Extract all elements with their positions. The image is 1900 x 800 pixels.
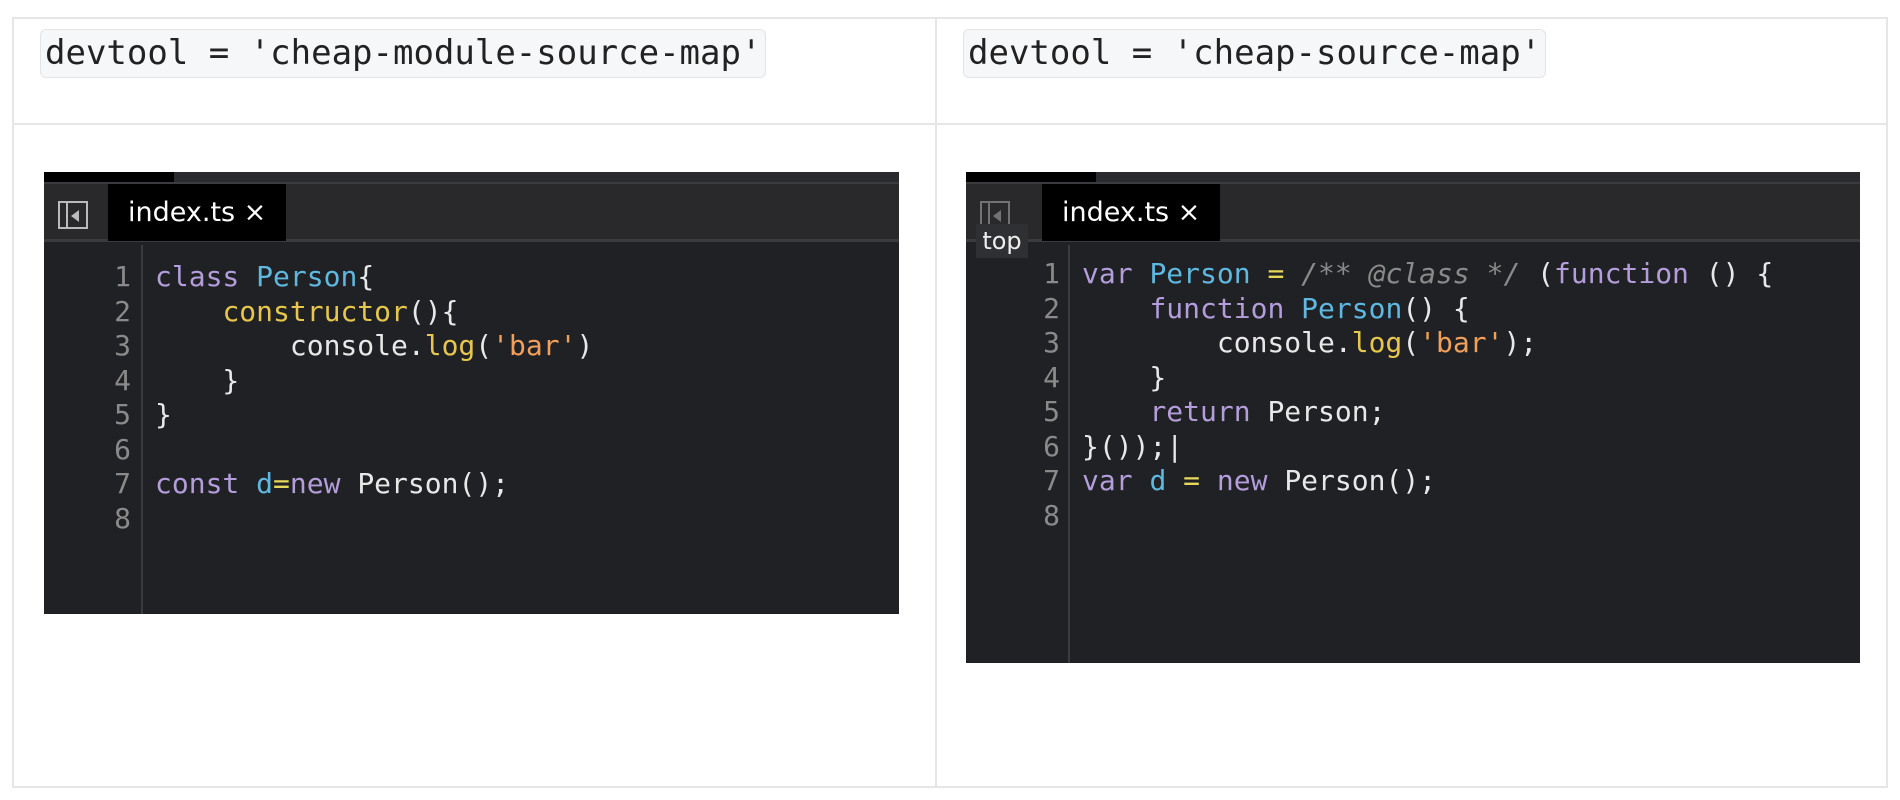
code-token: ) <box>576 329 594 362</box>
code-token: () { <box>1688 257 1774 290</box>
code-token: ( <box>1520 257 1555 290</box>
line-number: 3 <box>114 329 131 362</box>
code-token: Person(); <box>1284 464 1437 497</box>
code-line: }());| <box>1082 430 1773 465</box>
line-number: 6 <box>114 432 131 466</box>
line-number: 1 <box>1043 257 1060 290</box>
line-number: 5 <box>1043 395 1060 428</box>
header-code-cheap-source-map: devtool = 'cheap-source-map' <box>963 29 1547 78</box>
line-number: 2 <box>1043 291 1060 325</box>
header-divider <box>14 123 1886 125</box>
code-token: constructor <box>222 294 408 328</box>
code-line: console.log('bar') <box>155 329 593 364</box>
code-token: = <box>273 467 290 500</box>
code-token: ( <box>475 329 493 362</box>
code-token: (){ <box>407 294 459 328</box>
column-divider <box>935 19 937 786</box>
code-token: new <box>1216 464 1285 497</box>
code-token: function <box>1149 291 1302 325</box>
code-token: { <box>357 260 375 293</box>
code-token: /** @class */ <box>1301 257 1521 290</box>
code-token: Person; <box>1267 395 1386 428</box>
code-token: console. <box>155 329 425 362</box>
line-number: 4 <box>1043 360 1060 394</box>
code-token: Person <box>1149 257 1251 290</box>
code-token: ); <box>1503 326 1555 359</box>
code-token: Person(); <box>357 467 510 500</box>
code-token: } <box>155 363 240 397</box>
code-token: console. <box>1082 326 1352 359</box>
code-line: return Person; <box>1082 395 1773 430</box>
line-numbers: 12345678 <box>966 257 1060 533</box>
code-token: } <box>155 398 172 431</box>
code-token: = <box>1166 464 1217 497</box>
line-number: 6 <box>1043 429 1060 463</box>
devtools-screenshot-right: index.ts × top 12345678 var Person = /**… <box>966 172 1860 663</box>
line-number: 5 <box>114 398 131 431</box>
code-line: } <box>1082 361 1773 396</box>
code-token: log <box>424 329 476 362</box>
code-token: log <box>1351 326 1403 359</box>
code-token: return <box>1149 395 1268 428</box>
code-line: } <box>155 398 593 433</box>
code-line: class Person{ <box>155 260 593 295</box>
code-token: ( <box>1402 326 1420 359</box>
code-line: const d=new Person(); <box>155 467 593 502</box>
code-editor: class Person{ constructor(){ console.log… <box>155 260 593 536</box>
line-number: 3 <box>1043 326 1060 359</box>
code-line: console.log('bar'); <box>1082 326 1773 361</box>
code-line: function Person() { <box>1082 292 1773 327</box>
tab-index-ts[interactable]: index.ts × <box>108 184 287 241</box>
code-token: 'bar' <box>1419 326 1504 359</box>
code-line: var d = new Person(); <box>1082 464 1773 499</box>
line-numbers: 12345678 <box>44 260 131 536</box>
header-code-cheap-module-source-map: devtool = 'cheap-module-source-map' <box>40 29 767 78</box>
sidebar-toggle-icon[interactable] <box>58 201 88 229</box>
code-token: var <box>1082 257 1150 290</box>
line-number: 2 <box>114 294 131 328</box>
code-token: new <box>289 467 358 500</box>
line-number: 4 <box>114 363 131 397</box>
line-number: 1 <box>114 260 131 293</box>
code-token: = <box>1250 257 1302 290</box>
tab-bar: index.ts × <box>44 182 899 242</box>
tab-bar: index.ts × <box>966 182 1860 242</box>
code-line: var Person = /** @class */ (function () … <box>1082 257 1773 292</box>
tab-index-ts[interactable]: index.ts × <box>1042 184 1221 241</box>
code-token: d <box>256 467 274 500</box>
line-number: 8 <box>1043 498 1060 532</box>
code-token: } <box>1082 360 1167 394</box>
code-token: Person <box>256 260 358 293</box>
code-token: function <box>1554 257 1689 290</box>
code-token: 'bar' <box>492 329 577 362</box>
code-token: () { <box>1402 291 1470 325</box>
code-token: var <box>1082 464 1150 497</box>
code-token: }());| <box>1082 429 1184 463</box>
line-number: 7 <box>114 467 131 500</box>
line-number: 7 <box>1043 464 1060 497</box>
code-token: class <box>155 260 257 293</box>
code-line: } <box>155 364 593 399</box>
code-token: d <box>1149 464 1167 497</box>
code-line: constructor(){ <box>155 295 593 330</box>
line-number: 8 <box>114 501 131 535</box>
code-token: Person <box>1301 291 1403 325</box>
devtools-screenshot-left: index.ts × 12345678 class Person{ constr… <box>44 172 899 614</box>
code-editor: var Person = /** @class */ (function () … <box>1082 257 1773 533</box>
code-token: const <box>155 467 257 500</box>
